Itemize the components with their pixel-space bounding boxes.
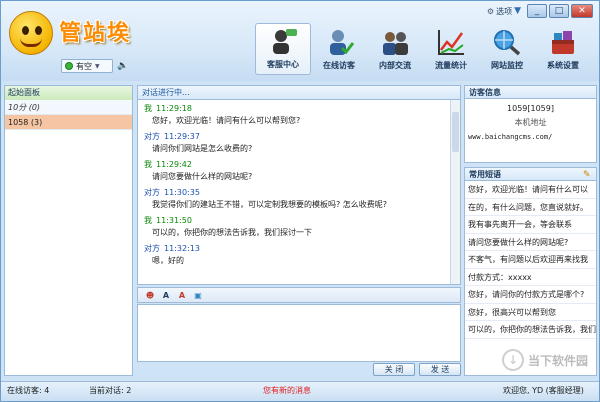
quick-reply-item[interactable]: 请问您要做什么样的网站呢? [465,234,596,251]
main-nav: 客服中心 在线访客 内部交流 流量统计 网站监控 系统设置 [255,23,591,75]
speaker-icon[interactable]: 🔈 [117,61,128,71]
online-visitors-icon [330,30,354,55]
emoticon-icon[interactable]: ☻ [144,290,156,301]
nav-label: 内部交流 [379,61,411,70]
customer-service-icon [273,29,297,54]
visitor-id: 1059[1059] [507,104,554,113]
screenshot-icon[interactable]: ▣ [192,290,204,301]
status-bar: 在线访客: 4 当前对话: 2 您有新的消息 欢迎您, YD (客服经理) [1,381,599,401]
font-color-icon[interactable]: A [176,290,188,301]
message-log: 我 11:29:18 您好，欢迎光临！请问有什么可以帮到您? 对方 11:29:37 请… [137,99,461,285]
options-menu[interactable]: ⚙ 选项 ▼ [487,6,521,17]
chevron-down-icon: ▼ [95,62,100,70]
visitor-location: 本机地址 [514,118,547,127]
action-buttons: 关 闭 发 送 [373,363,461,376]
watermark: ↓ 当下软件园 [501,349,588,371]
online-visitors-count: 在线访客: 4 [7,386,50,395]
internal-chat-icon [383,32,408,55]
message: 我 11:29:42 请问您要做什么样的网站呢? [144,160,253,181]
options-label: 选项 [496,6,513,16]
nav-customer-service[interactable]: 客服中心 [255,23,311,75]
window-controls: ⚙ 选项 ▼ _ □ ✕ [487,4,593,18]
nav-online-visitors[interactable]: 在线访客 [311,23,367,75]
message: 我 11:31:50 可以的，你把你的想法告诉我，我们探讨一下 [144,216,312,237]
maximize-button[interactable]: □ [549,4,569,18]
status-dropdown[interactable]: 有空 ▼ [61,59,113,73]
site-monitor-icon [494,30,521,56]
quick-reply-item[interactable]: 您好，欢迎光临！请问有什么可以 [465,181,596,199]
chat-area: 对话进行中... 我 11:29:18 您好，欢迎光临！请问有什么可以帮到您? 对方… [137,85,461,376]
nav-label: 网站监控 [491,61,523,70]
close-chat-button[interactable]: 关 闭 [373,363,415,376]
quick-reply-item[interactable]: 我有事先离开一会，等会联系 [465,216,596,234]
nav-site-monitor[interactable]: 网站监控 [479,23,535,75]
quick-reply-item[interactable]: 不客气，有问题以后欢迎再来找我 [465,251,596,269]
chevron-down-icon: ▼ [514,6,521,16]
session-panel: 起始面板 10分 (0) 1058 (3) [4,85,133,376]
system-settings-icon [552,31,574,54]
nav-label: 系统设置 [547,61,579,70]
visitor-info-title: 访客信息 [464,85,597,99]
nav-label: 客服中心 [267,60,299,69]
quick-replies-title: 常用短语 ✎ [464,167,597,181]
message: 对方 11:32:13 嗯，好的 [144,244,200,265]
message-scrollbar[interactable] [450,100,460,284]
session-row-selected[interactable]: 1058 (3) [5,115,132,130]
message: 对方 11:30:35 我觉得你们的建站王不错，可以定制我想要的模板吗? 怎么收费呢… [144,188,388,209]
watermark-text: 当下软件园 [527,353,588,368]
quick-reply-item[interactable]: 在的，有什么问题，您直说就好。 [465,199,596,216]
visitor-url[interactable]: www.baichangcms.com/ [465,130,596,144]
nav-label: 流量统计 [435,61,467,70]
conversation-title: 对话进行中... [137,85,461,99]
quick-reply-item[interactable]: 可以的，你把你的想法告诉我，我们 [465,321,596,339]
minimize-button[interactable]: _ [527,4,547,18]
logo-text: 管站埃 [59,21,132,46]
quick-reply-item[interactable]: 付款方式：xxxxx [465,269,596,286]
app-window: 管站埃 有空 ▼ 🔈 客服中心 在线访客 内部交流 流量统计 网站监控 系统设置… [0,0,600,402]
gear-icon: ⚙ [486,6,495,16]
edit-icon[interactable]: ✎ [583,170,593,180]
traffic-stats-icon [438,30,464,55]
font-icon[interactable]: A [160,290,172,301]
info-panel: 访客信息 1059[1059] 本机地址 www.baichangcms.com… [464,85,597,376]
welcome-text: 欢迎您, YD (客服经理) [503,386,584,395]
status-label: 有空 [76,61,92,71]
visitor-info: 1059[1059] 本机地址 www.baichangcms.com/ [464,99,597,163]
nav-label: 在线访客 [323,61,355,70]
close-window-button[interactable]: ✕ [571,4,593,18]
online-status-icon [65,62,73,70]
header: 管站埃 有空 ▼ 🔈 客服中心 在线访客 内部交流 流量统计 网站监控 系统设置… [1,1,599,81]
nav-traffic-stats[interactable]: 流量统计 [423,23,479,75]
nav-system-settings[interactable]: 系统设置 [535,23,591,75]
message: 对方 11:29:37 请问你们网站是怎么收费的? [144,132,253,153]
send-button[interactable]: 发 送 [419,363,461,376]
logo-icon [9,11,53,55]
quick-reply-item[interactable]: 您好，请问你的付款方式是哪个? [465,286,596,304]
quick-replies-label: 常用短语 [469,170,501,179]
current-conversations-count: 当前对话: 2 [89,386,132,395]
new-message-alert[interactable]: 您有新的消息 [263,382,311,400]
quick-reply-item[interactable]: 您好，很高兴可以帮到您 [465,304,596,321]
message: 我 11:29:18 您好，欢迎光临！请问有什么可以帮到您? [144,104,301,125]
session-panel-title: 起始面板 [5,86,132,100]
quick-replies-list: 您好，欢迎光临！请问有什么可以 在的，有什么问题，您直说就好。 我有事先离开一会… [464,181,597,376]
session-row[interactable]: 10分 (0) [5,100,132,115]
nav-internal-chat[interactable]: 内部交流 [367,23,423,75]
message-input[interactable] [137,304,461,362]
format-toolbar: ☻ A A ▣ [137,287,461,303]
download-icon: ↓ [501,349,524,371]
